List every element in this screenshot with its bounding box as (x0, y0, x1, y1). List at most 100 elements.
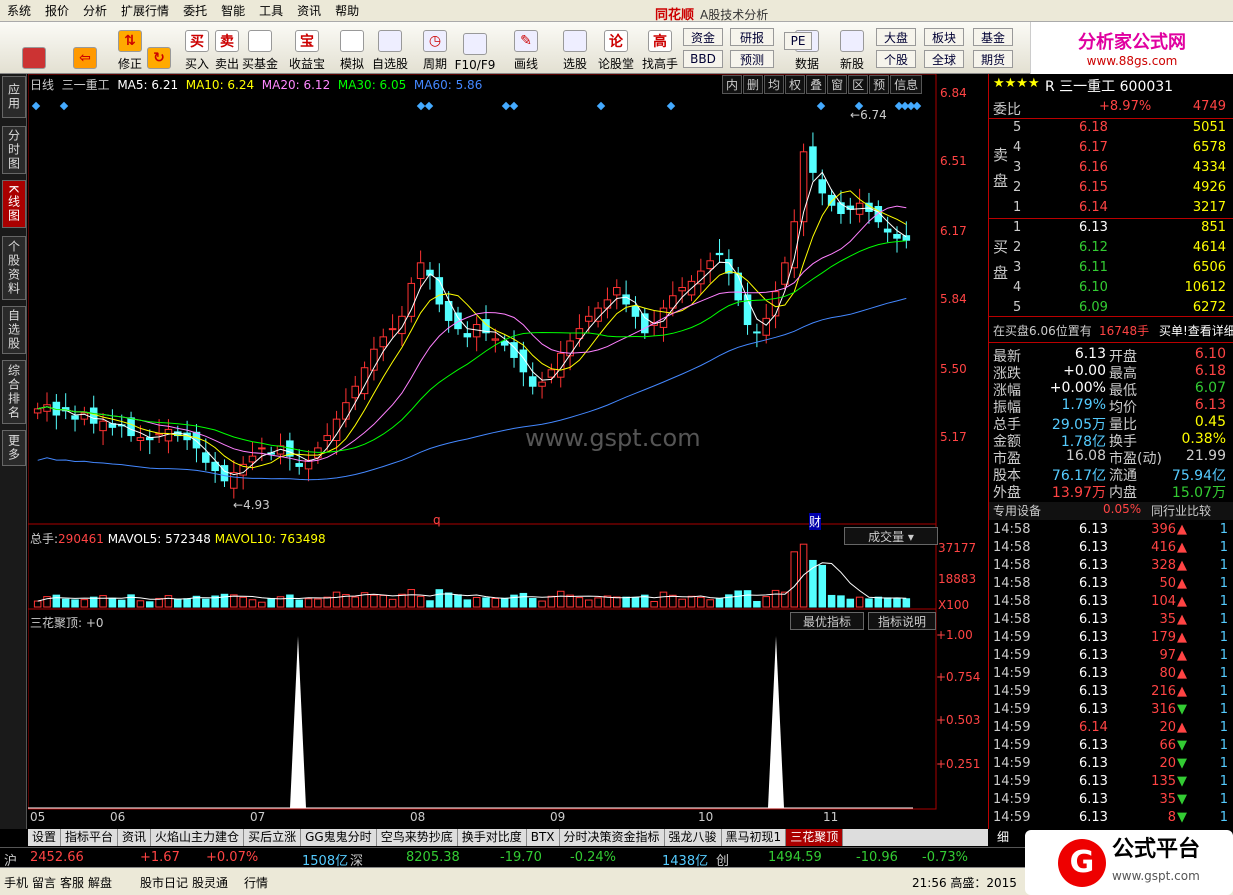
toolbar-button-12[interactable]: ✎ 画线 (506, 24, 546, 72)
toolbar-button-13[interactable]: 选股 (555, 24, 595, 72)
tick-row-8: 14:59 6.13 80 ▲ 1 (993, 666, 1228, 681)
side-tab-0[interactable]: 应用 (2, 76, 26, 118)
toolbar-button-1[interactable]: ⇦ (65, 24, 105, 72)
menu-item-0[interactable]: 系统 (0, 2, 38, 19)
status-item-5[interactable]: 股灵通 (192, 874, 228, 891)
menu-item-8[interactable]: 帮助 (328, 2, 366, 19)
toolbar-button-8[interactable]: 模拟 (332, 24, 372, 72)
status-item-4[interactable]: 股市日记 (140, 874, 188, 891)
volume-bar-44 (444, 592, 453, 608)
menu-item-4[interactable]: 委托 (176, 2, 214, 19)
stock-title: ★★★★ R 三一重工 600031 (993, 76, 1174, 95)
chart-tool-4[interactable]: 叠 (806, 75, 827, 94)
toolbar-button-7[interactable]: 宝收益宝 (287, 24, 327, 72)
toolbar-small-button-5[interactable]: 大盘 (876, 28, 916, 46)
chart-tool-3[interactable]: 权 (785, 75, 806, 94)
menu-item-3[interactable]: 扩展行情 (114, 2, 176, 19)
toolbar-button-6[interactable]: 买基金 (240, 24, 280, 72)
volume-bar-85 (827, 594, 836, 608)
volume-bar-31 (323, 596, 331, 608)
candle-31 (323, 435, 331, 442)
industry-tabs[interactable]: 专用设备 0.05% 同行业比较 (989, 502, 1233, 520)
chart-tool-2[interactable]: 均 (764, 75, 785, 94)
toolbar-small-button-8[interactable]: 全球 (924, 50, 964, 68)
chart-tool-5[interactable]: 窗 (827, 75, 848, 94)
indicator-tab-3[interactable]: 火焰山主力建仓 (151, 829, 245, 846)
side-tab-4[interactable]: 自选股 (2, 306, 26, 354)
candle-50 (500, 340, 509, 346)
side-tab-6[interactable]: 更多 (2, 430, 26, 466)
indicator-tab-10[interactable]: 强龙八骏 (665, 829, 722, 846)
vol-label-1: 37177 (938, 541, 977, 555)
volume-dropdown[interactable]: 成交量 ▾ (844, 527, 938, 545)
chart-tool-0[interactable]: 内 (722, 75, 743, 94)
status-item-1[interactable]: 留言 (32, 874, 56, 891)
indicator-help-button[interactable]: 指标说明 (868, 612, 936, 630)
indicator-tab-1[interactable]: 指标平台 (61, 829, 119, 846)
toolbar-small-button-4[interactable]: PE (784, 32, 812, 50)
toolbar-small-button-3[interactable]: 预测 (730, 50, 774, 68)
toolbar-button-14[interactable]: 论论股堂 (596, 24, 636, 72)
chart-header: 日线 三一重工 MA5: 6.21 MA10: 6.24 MA20: 6.12 … (30, 78, 483, 92)
indicator-tab-5[interactable]: GG鬼鬼分时 (301, 829, 377, 846)
toolbar-button-17[interactable]: 新股 (832, 24, 872, 72)
menu-item-1[interactable]: 报价 (38, 2, 76, 19)
candle-33 (342, 402, 350, 420)
indicator-tab-2[interactable]: 资讯 (118, 829, 152, 846)
toolbar-button-0[interactable] (14, 24, 54, 72)
menu-item-2[interactable]: 分析 (76, 2, 114, 19)
indicator-tab-6[interactable]: 空鸟来势抄底 (377, 829, 458, 846)
signal-diamond-6 (596, 101, 606, 111)
indicator-tab-0[interactable]: 设置 (28, 829, 62, 846)
indicator-tab-9[interactable]: 分时决策资金指标 (560, 829, 665, 846)
toolbar-small-button-0[interactable]: 资金 (683, 28, 723, 46)
toolbar-button-3[interactable]: ↻ (139, 24, 179, 72)
expert-icon: 高 (648, 30, 672, 52)
best-indicator-button[interactable]: 最优指标 (790, 612, 864, 630)
indicator-tab-11[interactable]: 黑马初现1 (722, 829, 787, 846)
status-item-6[interactable]: 行情 (244, 874, 268, 891)
menu-item-5[interactable]: 智能 (214, 2, 252, 19)
toolbar-small-button-2[interactable]: 研报 (730, 28, 774, 46)
toolbar-small-button-1[interactable]: BBD (683, 50, 723, 68)
chart-tool-7[interactable]: 预 (869, 75, 890, 94)
toolbar-small-button-7[interactable]: 板块 (924, 28, 964, 46)
fund-icon (248, 30, 272, 52)
stat-row-7: 股本 76.17亿 流通 75.94亿 (993, 468, 1226, 484)
signal-diamond-7 (666, 101, 676, 111)
asks-row-2: 3 6.16 4334 (1013, 160, 1226, 175)
indicator-tab-7[interactable]: 换手对比度 (458, 829, 527, 846)
month-tick-6: 11 (823, 810, 839, 824)
simulate-icon (340, 30, 364, 52)
status-item-2[interactable]: 客服 (60, 874, 84, 891)
candle-34 (351, 385, 360, 399)
indicator-tab-8[interactable]: BTX (527, 829, 560, 846)
side-tab-1[interactable]: 分时图 (2, 126, 26, 174)
menu-item-6[interactable]: 工具 (252, 2, 290, 19)
side-tab-5[interactable]: 综合排名 (2, 360, 26, 424)
big-order-note[interactable]: 在买盘6.06位置有 16748手 买单!查看详细 (989, 322, 1233, 340)
volume-bar-40 (407, 589, 416, 608)
toolbar-button-15[interactable]: 高找高手 (640, 24, 680, 72)
toolbar-button-9[interactable]: 自选股 (370, 24, 410, 72)
toolbar-small-button-10[interactable]: 期货 (973, 50, 1013, 68)
toolbar-small-button-9[interactable]: 基金 (973, 28, 1013, 46)
chart-tool-6[interactable]: 区 (848, 75, 869, 94)
asks-row-0: 5 6.18 5051 (1013, 120, 1226, 135)
candle-4 (71, 415, 79, 420)
indicator-tab-4[interactable]: 买后立涨 (244, 829, 302, 846)
side-tab-2[interactable]: K线图 (2, 180, 26, 228)
status-item-0[interactable]: 手机 (4, 874, 28, 891)
toolbar-small-button-6[interactable]: 个股 (876, 50, 916, 68)
chart-tool-1[interactable]: 删 (743, 75, 764, 94)
income-icon: 宝 (295, 30, 319, 52)
toolbar-button-10[interactable]: ◷ 周期 (415, 24, 455, 72)
menu-item-7[interactable]: 资讯 (290, 2, 328, 19)
side-tab-3[interactable]: 个股资料 (2, 236, 26, 300)
toolbar-button-11[interactable]: F10/F9 (455, 24, 495, 72)
status-item-3[interactable]: 解盘 (88, 874, 112, 891)
indicator-tab-12[interactable]: 三花聚顶 (786, 829, 844, 846)
chart-tool-8[interactable]: 信息 (890, 75, 923, 94)
kline-chart-area[interactable]: 日线 三一重工 MA5: 6.21 MA10: 6.24 MA20: 6.12 … (28, 74, 988, 829)
toolbar-button-label: 找高手 (641, 57, 678, 71)
